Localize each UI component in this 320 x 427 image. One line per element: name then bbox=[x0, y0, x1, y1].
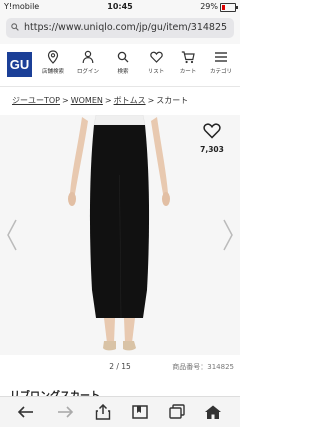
nav-login[interactable]: ログイン bbox=[73, 50, 103, 75]
favorite-count: 7,303 bbox=[200, 145, 224, 154]
breadcrumb-link-women[interactable]: WOMEN bbox=[71, 96, 103, 105]
share-icon[interactable] bbox=[93, 404, 113, 420]
nav-list[interactable]: リスト bbox=[141, 50, 171, 75]
address-bar[interactable]: https://www.uniqlo.com/jp/gu/item/314825 bbox=[6, 18, 234, 38]
breadcrumb: ジーユーTOP > WOMEN > ボトムス > スカート bbox=[12, 96, 189, 105]
bookmarks-icon[interactable] bbox=[130, 404, 150, 420]
nav-label: 店舗検索 bbox=[41, 69, 64, 75]
location-pin-icon bbox=[47, 50, 59, 64]
breadcrumb-link-top[interactable]: ジーユーTOP bbox=[12, 96, 60, 105]
back-arrow-icon[interactable] bbox=[16, 404, 36, 420]
nav-label: リスト bbox=[147, 69, 165, 75]
nav-category[interactable]: カテゴリ bbox=[206, 50, 236, 75]
person-icon bbox=[82, 50, 94, 64]
nav-label: カテゴリ bbox=[209, 69, 232, 75]
nav-cart[interactable]: カート bbox=[173, 50, 203, 75]
nav-label: 検索 bbox=[117, 69, 129, 75]
breadcrumb-link-bottoms[interactable]: ボトムス bbox=[114, 96, 146, 105]
browser-toolbar bbox=[0, 396, 240, 427]
menu-icon bbox=[215, 52, 227, 62]
home-icon[interactable] bbox=[203, 404, 223, 420]
next-image-arrow-icon[interactable] bbox=[221, 218, 235, 252]
heart-icon bbox=[149, 51, 163, 63]
nav-label: カート bbox=[179, 69, 197, 75]
browser-address-area: https://www.uniqlo.com/jp/gu/item/314825 bbox=[0, 14, 240, 44]
status-bar: Y!mobile 10:45 29% bbox=[0, 0, 240, 14]
nav-label: ログイン bbox=[76, 69, 99, 75]
cart-icon bbox=[181, 51, 195, 64]
search-icon bbox=[11, 23, 19, 31]
nav-search[interactable]: 検索 bbox=[108, 50, 138, 75]
forward-arrow-icon[interactable] bbox=[55, 404, 75, 420]
site-header: GU 店舗検索 ログイン 検索 リスト カート カテゴリ bbox=[0, 44, 240, 87]
nav-store-search[interactable]: 店舗検索 bbox=[38, 50, 68, 75]
search-icon bbox=[117, 51, 129, 63]
battery-icon bbox=[220, 3, 238, 12]
previous-image-arrow-icon[interactable] bbox=[5, 218, 19, 252]
tabs-icon[interactable] bbox=[167, 404, 187, 420]
battery-percent: 29% bbox=[200, 2, 218, 11]
favorite-button[interactable]: 7,303 bbox=[197, 123, 227, 154]
product-number: 商品番号：314825 bbox=[172, 363, 234, 371]
heart-icon bbox=[203, 123, 221, 139]
gu-logo[interactable]: GU bbox=[7, 52, 32, 77]
breadcrumb-current: スカート bbox=[156, 96, 189, 105]
url-text: https://www.uniqlo.com/jp/gu/item/314825 bbox=[24, 22, 228, 33]
